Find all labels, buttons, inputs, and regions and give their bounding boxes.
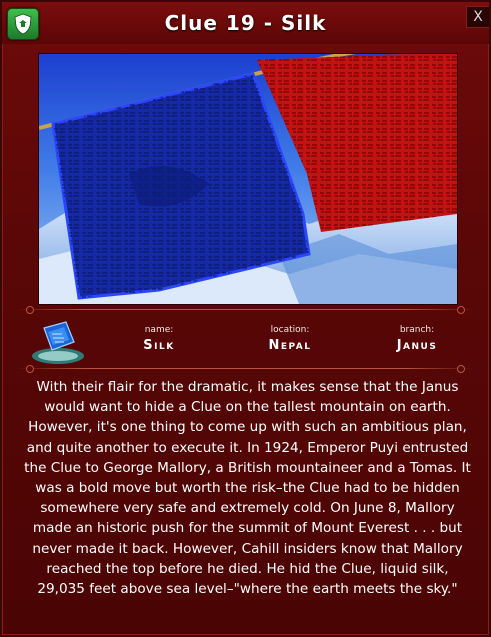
- prayer-flags-illustration: [39, 54, 457, 304]
- location-label: location:: [270, 325, 310, 335]
- location-field: location: Nepal: [230, 325, 350, 353]
- name-label: name:: [144, 325, 174, 335]
- branch-field: branch: Janus: [357, 325, 477, 353]
- branch-label: branch:: [399, 325, 435, 335]
- name-field: name: Silk: [99, 325, 219, 353]
- clue-dialog: Clue 19 - Silk X name: Silk location: Ne…: [0, 0, 491, 637]
- location-value: Nepal: [268, 338, 312, 353]
- silk-crystal-icon: [28, 318, 88, 368]
- clue-description: With their flair for the dramatic, it ma…: [24, 379, 471, 598]
- title-bar: Clue 19 - Silk X: [2, 2, 489, 44]
- dialog-title: Clue 19 - Silk: [164, 11, 327, 35]
- branch-value: Janus: [396, 338, 438, 353]
- name-value: Silk: [143, 338, 175, 353]
- top-divider: [16, 306, 475, 314]
- close-button[interactable]: X: [466, 6, 489, 28]
- clue-image: [38, 53, 458, 305]
- middle-divider: [16, 365, 475, 373]
